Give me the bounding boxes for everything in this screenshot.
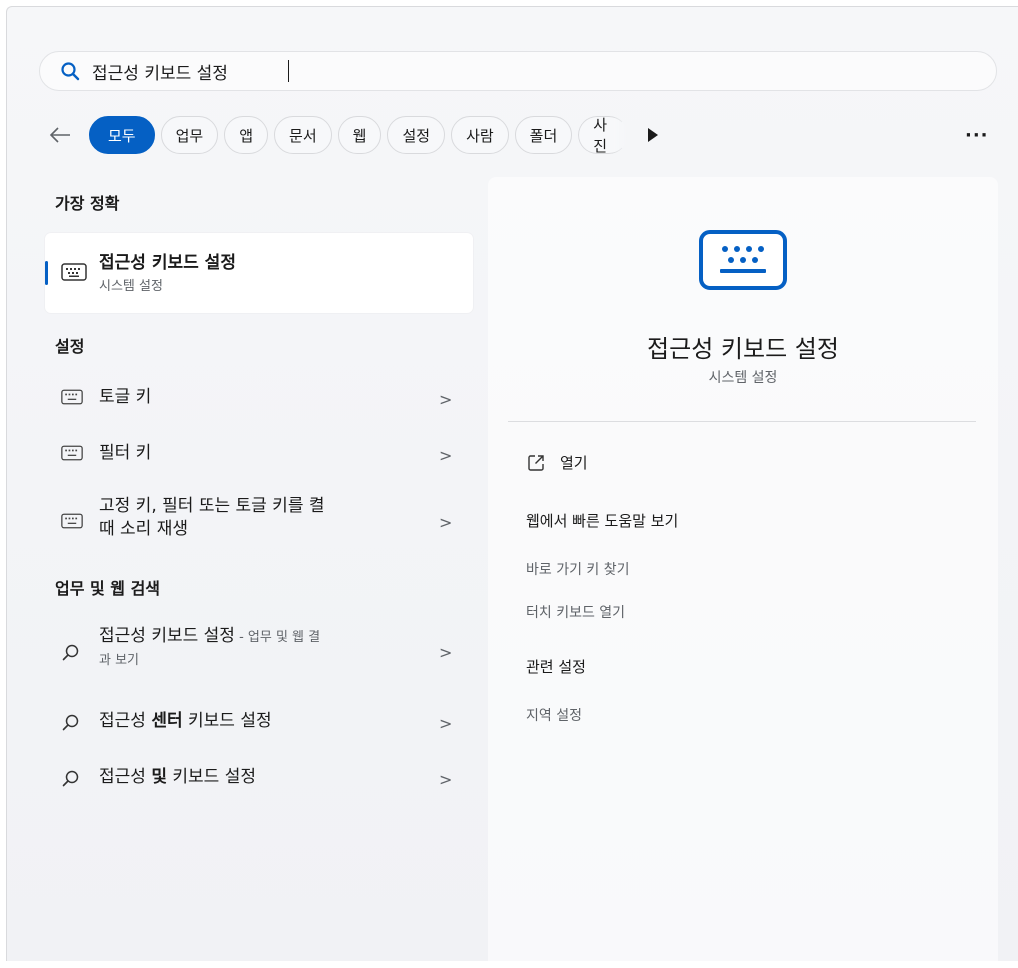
filter-bar: 모두 업무 앱 문서 웹 설정 사람 폴더 사진 [45,115,659,155]
web-result-suffix: - 업무 및 웹 결 [234,630,321,645]
web-result-2[interactable]: 접근성 센터 키보드 설정 > [45,697,473,745]
text-bold: 및 [151,767,167,787]
keyboard-icon [61,513,83,529]
chevron-right-icon: > [439,643,453,662]
web-help-heading: 웹에서 빠른 도움말 보기 [526,512,679,530]
filter-chip-web[interactable]: 웹 [337,116,382,154]
best-match-heading: 가장 정확 [55,194,120,213]
search-panel: 모두 업무 앱 문서 웹 설정 사람 폴더 사진 ··· 가장 정확 접근성 키… [6,6,1018,968]
label-line-2: 때 소리 재생 [99,519,189,539]
chevron-right-icon: > [439,770,453,789]
settings-heading: 설정 [55,337,85,356]
web-result-label: 접근성 센터 키보드 설정 [99,710,272,733]
text-pre: 접근성 [99,767,152,787]
label-line-1: 고정 키, 필터 또는 토글 키를 켤 [99,496,325,516]
search-box[interactable] [39,51,997,91]
text-bold: 센터 [151,711,183,731]
text-post: 키보드 설정 [166,767,256,787]
filter-chip-folders[interactable]: 폴더 [514,116,573,154]
filter-chip-apps[interactable]: 앱 [224,116,269,154]
chevron-right-icon: > [439,714,453,733]
search-icon [61,62,80,81]
best-match-subtitle: 시스템 설정 [99,279,163,294]
settings-item-label: 필터 키 [99,443,152,463]
best-match-title: 접근성 키보드 설정 [99,253,236,273]
filter-chip-documents[interactable]: 문서 [274,116,332,154]
settings-item-sound-keys[interactable]: 고정 키, 필터 또는 토글 키를 켤 때 소리 재생 > [45,491,473,551]
keyboard-app-icon [699,230,787,290]
link-open-touch-keyboard[interactable]: 터치 키보드 열기 [526,602,625,622]
search-input[interactable] [92,61,952,81]
detail-pane: 접근성 키보드 설정 시스템 설정 열기 웹에서 빠른 도움말 보기 바로 가기… [488,177,998,968]
filter-chip-work[interactable]: 업무 [160,116,219,154]
web-result-label: 접근성 키보드 설정 - 업무 및 웹 결 과 보기 [99,625,320,672]
best-match-item[interactable]: 접근성 키보드 설정 시스템 설정 [45,233,473,313]
filter-chip-people[interactable]: 사람 [451,116,509,154]
web-result-1[interactable]: 접근성 키보드 설정 - 업무 및 웹 결 과 보기 > [45,621,473,681]
settings-item-toggle-keys[interactable]: 토글 키 > [45,373,473,421]
related-settings-heading: 관련 설정 [526,658,586,676]
open-button[interactable]: 열기 [526,452,588,473]
search-icon [62,770,79,787]
link-find-shortcuts[interactable]: 바로 가기 키 찾기 [526,559,630,579]
keyboard-icon [61,263,87,281]
settings-item-label: 고정 키, 필터 또는 토글 키를 켤 때 소리 재생 [99,495,325,541]
keyboard-icon [61,445,83,461]
search-icon [62,714,79,731]
more-options-button[interactable]: ··· [965,125,989,146]
link-region-settings[interactable]: 지역 설정 [526,705,582,725]
selection-indicator [45,261,48,285]
web-result-3[interactable]: 접근성 및 키보드 설정 > [45,753,473,801]
back-arrow-icon [49,127,70,143]
chevron-right-icon: > [439,446,453,465]
detail-title: 접근성 키보드 설정 [647,335,839,363]
filter-chip-settings[interactable]: 설정 [387,116,446,154]
settings-item-label: 토글 키 [99,387,152,407]
settings-item-filter-keys[interactable]: 필터 키 > [45,429,473,477]
filter-chip-photos[interactable]: 사진 [578,116,629,154]
web-result-query: 접근성 키보드 설정 [99,626,235,646]
scroll-right-icon[interactable] [648,128,659,142]
divider [508,421,976,422]
open-external-icon [528,454,544,471]
detail-subtitle: 시스템 설정 [708,370,778,386]
web-result-suffix-line2: 과 보기 [99,653,140,668]
filter-chip-all[interactable]: 모두 [89,116,155,154]
search-icon [62,644,79,661]
back-button[interactable] [45,120,75,150]
chevron-right-icon: > [439,513,453,532]
web-search-heading: 업무 및 웹 검색 [55,579,161,598]
web-result-label: 접근성 및 키보드 설정 [99,766,256,789]
text-cursor [288,60,289,82]
chevron-right-icon: > [439,390,453,409]
text-pre: 접근성 [99,711,152,731]
open-label: 열기 [560,454,588,472]
text-post: 키보드 설정 [182,711,272,731]
keyboard-icon [61,389,83,405]
